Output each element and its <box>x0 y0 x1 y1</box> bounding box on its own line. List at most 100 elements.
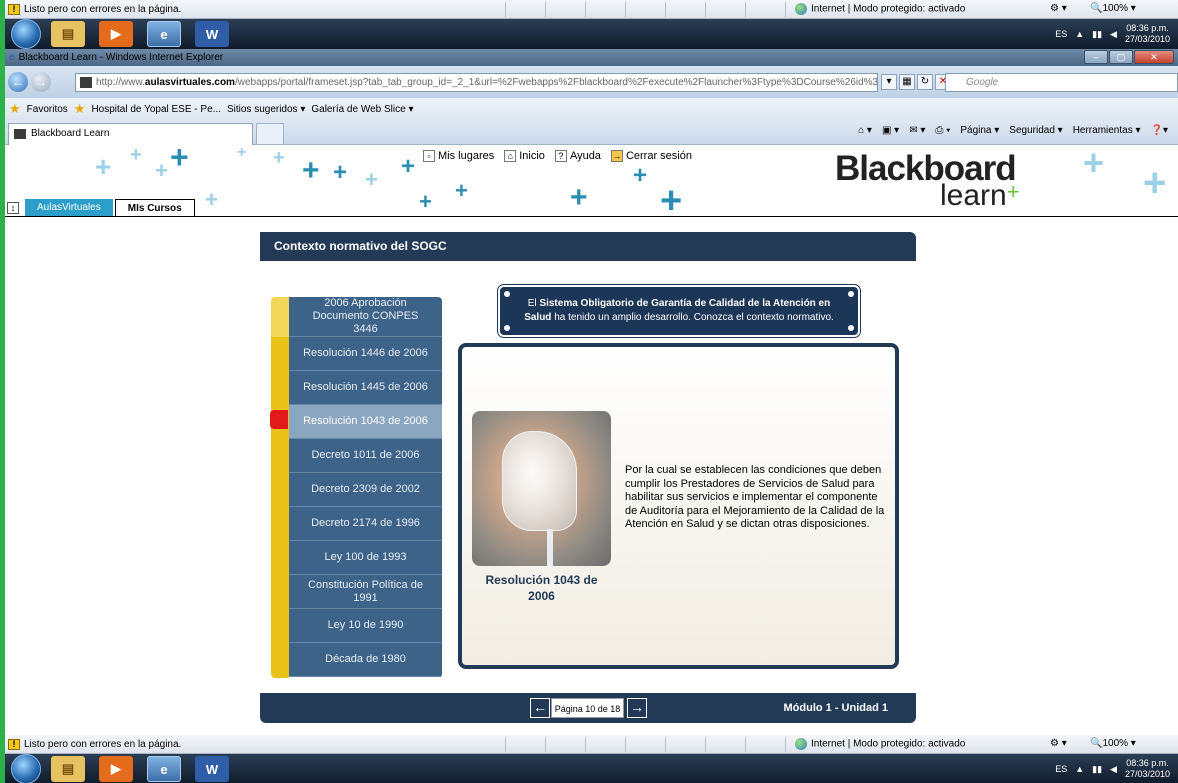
maximize-button[interactable]: ▢ <box>1109 50 1133 64</box>
mis-lugares-link[interactable]: ▫ Mis lugares <box>423 150 494 163</box>
favorite-link[interactable]: Sitios sugeridos ▾ <box>227 104 305 115</box>
favorite-link[interactable]: Galería de Web Slice ▾ <box>311 104 413 115</box>
command-bar: ⌂ ▾ ▣ ▾ ✉ ▾ ⎙ ▾ Página ▾ Seguridad ▾ Her… <box>858 125 1168 136</box>
volume-icon[interactable]: ◀ <box>1110 29 1117 40</box>
word-icon[interactable]: W <box>195 21 229 47</box>
internet-explorer-icon[interactable]: e <box>147 756 181 782</box>
ayuda-link[interactable]: ? Ayuda <box>554 150 601 163</box>
word-icon[interactable]: W <box>195 756 229 782</box>
zone-info[interactable]: Internet | Modo protegido: activado <box>795 738 965 750</box>
menu-item[interactable]: Constitución Política de 1991 <box>289 575 442 609</box>
protected-mode-icon[interactable]: ⚙ ▾ <box>1050 3 1067 14</box>
menu-item[interactable]: Decreto 2309 de 2002 <box>289 473 442 507</box>
cerrar-sesion-link[interactable]: → Cerrar sesión <box>610 150 692 163</box>
decor-plus-icon: + <box>130 145 142 166</box>
status-divider <box>665 2 666 17</box>
course-content: Contexto normativo del SOGC El Sistema O… <box>5 217 1178 735</box>
corner-dot <box>504 291 510 297</box>
internet-explorer-icon[interactable]: e <box>147 21 181 47</box>
clock-date: 27/03/2010 <box>1124 34 1170 44</box>
new-tab-button[interactable] <box>256 123 284 145</box>
security-menu[interactable]: Seguridad ▾ <box>1009 125 1062 136</box>
start-button[interactable] <box>11 754 41 783</box>
inicio-link[interactable]: ⌂ Inicio <box>504 150 545 163</box>
tray-expand-icon[interactable]: ▲ <box>1075 29 1084 39</box>
media-player-icon[interactable]: ▶ <box>99 756 133 782</box>
language-indicator[interactable]: ES <box>1055 764 1067 774</box>
learn-logo: learn+ <box>940 179 1020 213</box>
expand-icon[interactable]: ↕ <box>7 202 19 214</box>
menu-item[interactable]: Decreto 2174 de 1996 <box>289 507 442 541</box>
zoom-control[interactable]: 🔍100% ▾ <box>1090 738 1136 749</box>
resolution-description: Por la cual se establecen las condicione… <box>625 464 885 530</box>
menu-item[interactable]: Resolución 1445 de 2006 <box>289 371 442 405</box>
clock[interactable]: 08:36 p.m. 27/03/2010 <box>1125 23 1170 45</box>
prev-page-icon[interactable]: ← <box>530 698 550 718</box>
tools-menu[interactable]: Herramientas ▾ <box>1073 125 1141 136</box>
tab-mis-cursos[interactable]: MIs Cursos <box>114 199 195 217</box>
bb-top-links: ▫ Mis lugares ⌂ Inicio ? Ayuda → Cerrar sesi… <box>423 150 692 163</box>
search-input[interactable]: Google <box>945 73 1178 92</box>
decor-plus-icon: + <box>155 158 168 183</box>
system-tray: ES ▲ ▮▮ ◀ 08:36 p.m. 27/03/2010 <box>1055 19 1170 49</box>
explorer-folder-icon[interactable]: ▤ <box>51 756 85 782</box>
zone-info[interactable]: Internet | Modo protegido: activado <box>795 3 965 15</box>
print-icon[interactable]: ⎙ ▾ <box>935 125 950 136</box>
minimize-button[interactable]: – <box>1084 50 1108 64</box>
menu-item[interactable]: Ley 100 de 1993 <box>289 541 442 575</box>
explorer-folder-icon[interactable]: ▤ <box>51 21 85 47</box>
language-indicator[interactable]: ES <box>1055 29 1067 39</box>
address-dropdown-icon[interactable]: ▾ <box>881 74 897 90</box>
volume-icon[interactable]: ◀ <box>1110 764 1117 775</box>
corner-dot <box>848 325 854 331</box>
menu-item[interactable]: 2006 Aprobación Documento CONPES 3446 <box>289 297 442 337</box>
feeds-icon[interactable]: ▣ ▾ <box>882 125 899 136</box>
back-icon[interactable]: ← <box>8 72 28 92</box>
tab-aulasvirtuales[interactable]: AulasVirtuales <box>25 199 113 217</box>
menu-item[interactable]: Ley 10 de 1990 <box>289 609 442 643</box>
network-icon[interactable]: ▮▮ <box>1092 764 1102 775</box>
decor-plus-icon: + <box>660 180 683 217</box>
help-icon[interactable]: ❓▾ <box>1151 125 1168 136</box>
home-icon: ⌂ <box>504 150 517 163</box>
favorite-link[interactable]: Hospital de Yopal ESE - Pe... <box>91 104 221 115</box>
menu-item[interactable]: Resolución 1043 de 2006 <box>289 405 442 439</box>
warning-icon[interactable]: ! <box>8 3 20 15</box>
mail-icon[interactable]: ✉ ▾ <box>909 125 925 136</box>
decor-plus-icon: + <box>1083 145 1105 183</box>
decor-plus-icon: + <box>1143 161 1167 205</box>
forward-icon[interactable]: → <box>31 72 51 92</box>
menu-item[interactable]: Resolución 1446 de 2006 <box>289 337 442 371</box>
intro-banner: El Sistema Obligatorio de Garantía de Ca… <box>497 284 861 338</box>
refresh-icon[interactable]: ↻ <box>917 74 933 90</box>
favorites-button[interactable]: Favoritos <box>27 104 68 115</box>
clock[interactable]: 08:36 p.m. 27/03/2010 <box>1125 758 1170 780</box>
protected-mode-icon[interactable]: ⚙ ▾ <box>1050 738 1067 749</box>
decor-plus-icon: + <box>237 145 247 161</box>
media-player-icon[interactable]: ▶ <box>99 21 133 47</box>
taskbar-top: ▤ ▶ e W ES ▲ ▮▮ ◀ 08:36 p.m. 27/03/2010 <box>5 19 1178 49</box>
page-menu[interactable]: Página ▾ <box>960 125 999 136</box>
compatibility-icon[interactable]: ▦ <box>899 74 915 90</box>
add-favorite-icon[interactable]: ★ <box>74 101 86 117</box>
close-button[interactable]: ✕ <box>1134 50 1174 64</box>
zoom-control[interactable]: 🔍100% ▾ <box>1090 3 1136 14</box>
start-button[interactable] <box>11 19 41 49</box>
menu-item[interactable]: Década de 1980 <box>289 643 442 677</box>
menu-item[interactable]: Decreto 1011 de 2006 <box>289 439 442 473</box>
home-icon[interactable]: ⌂ ▾ <box>858 125 872 136</box>
network-icon[interactable]: ▮▮ <box>1092 29 1102 40</box>
address-bar[interactable]: http://www.aulasvirtuales.com/webapps/po… <box>75 73 878 92</box>
tray-expand-icon[interactable]: ▲ <box>1075 764 1084 774</box>
globe-icon <box>795 3 807 15</box>
favorites-star-icon[interactable]: ★ <box>9 101 21 117</box>
ie-title-icon: e <box>9 52 15 63</box>
ie-status-bar-top: ! Listo pero con errores en la página. I… <box>5 0 1178 19</box>
warning-icon[interactable]: ! <box>8 738 20 750</box>
status-divider <box>745 2 746 17</box>
navigation-bar: ← → http://www.aulasvirtuales.com/webapp… <box>5 66 1178 98</box>
decor-plus-icon: + <box>455 178 468 203</box>
next-page-icon[interactable]: → <box>627 698 647 718</box>
system-tray: ES ▲ ▮▮ ◀ 08:36 p.m. 27/03/2010 <box>1055 754 1170 783</box>
browser-tab[interactable]: Blackboard Learn <box>8 123 253 145</box>
